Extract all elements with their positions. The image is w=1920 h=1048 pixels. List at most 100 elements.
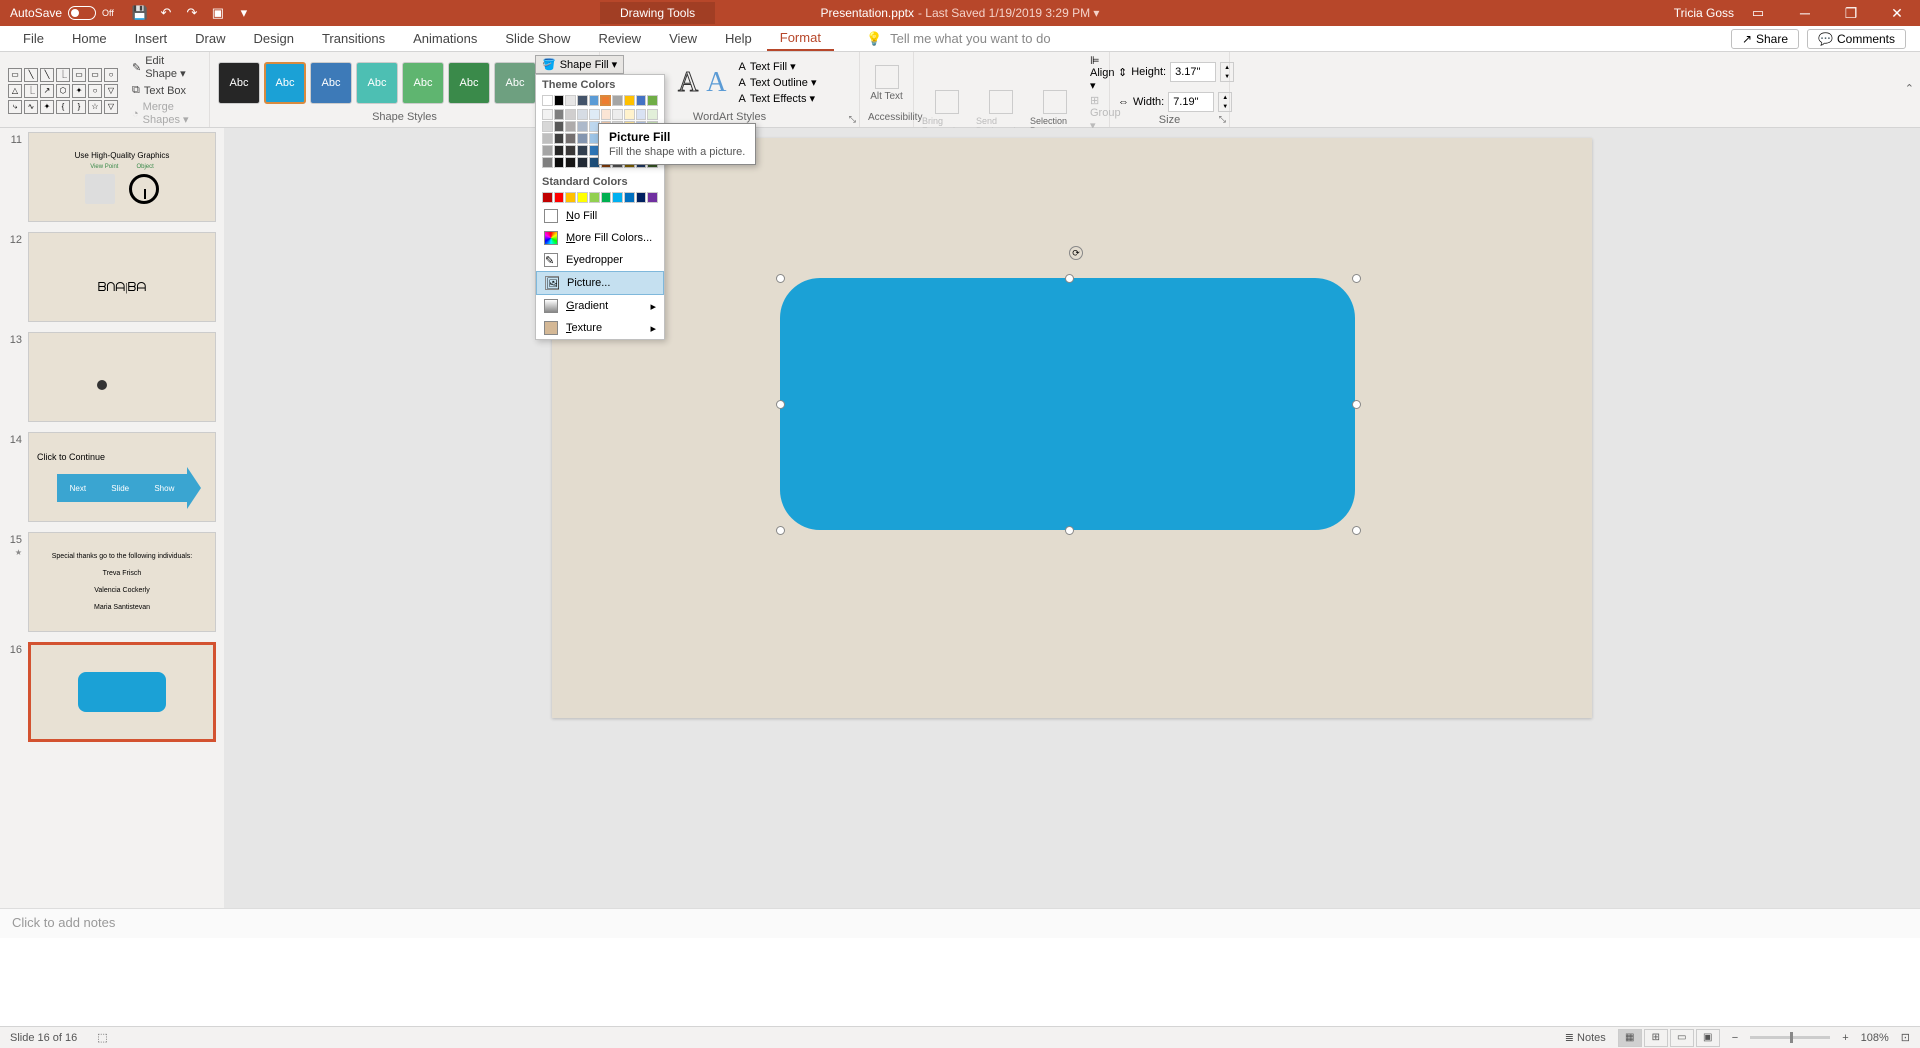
tab-file[interactable]: File	[10, 27, 57, 50]
thumb-16[interactable]	[28, 642, 216, 742]
theme-shade[interactable]	[542, 157, 553, 168]
tab-view[interactable]: View	[656, 27, 710, 50]
tab-transitions[interactable]: Transitions	[309, 27, 398, 50]
sel-handle-tm[interactable]	[1065, 274, 1074, 283]
width-spinner[interactable]: ▲▼	[1218, 92, 1232, 112]
style-swatch-0[interactable]: Abc	[218, 62, 260, 104]
reading-view-icon[interactable]: ▭	[1670, 1029, 1694, 1047]
spell-check-icon[interactable]: ⬚	[97, 1031, 107, 1044]
standard-color-1[interactable]	[554, 192, 565, 203]
minimize-icon[interactable]: ─	[1782, 0, 1828, 26]
theme-shade[interactable]	[636, 109, 647, 120]
zoom-slider[interactable]	[1750, 1036, 1830, 1039]
save-icon[interactable]: 💾	[132, 5, 148, 21]
text-fill-button[interactable]: AText Fill ▾	[738, 60, 816, 73]
shapes-gallery[interactable]: ▭╲╲⎿▭▭○ △⎿↗⬡✦○▽ ⤷∿✦{}☆▽	[8, 68, 118, 114]
zoom-out-button[interactable]: −	[1732, 1032, 1738, 1044]
text-outline-button[interactable]: AText Outline ▾	[738, 76, 816, 89]
thumb-15[interactable]: Special thanks go to the following indiv…	[28, 532, 216, 632]
style-swatch-3[interactable]: Abc	[356, 62, 398, 104]
wordart-gallery[interactable]: A A	[678, 67, 726, 99]
theme-color-0[interactable]	[542, 95, 553, 106]
standard-color-5[interactable]	[601, 192, 612, 203]
theme-shade[interactable]	[554, 133, 565, 144]
theme-shade[interactable]	[542, 121, 553, 132]
tab-home[interactable]: Home	[59, 27, 120, 50]
autosave-toggle[interactable]: AutoSave Off	[0, 6, 124, 20]
theme-shade[interactable]	[554, 145, 565, 156]
share-button[interactable]: ↗ Share	[1731, 29, 1799, 49]
user-name[interactable]: Tricia Goss	[1674, 6, 1734, 20]
close-icon[interactable]: ✕	[1874, 0, 1920, 26]
theme-shade[interactable]	[542, 133, 553, 144]
tab-insert[interactable]: Insert	[122, 27, 181, 50]
tab-format[interactable]: Format	[767, 26, 834, 51]
tab-help[interactable]: Help	[712, 27, 765, 50]
more-colors-item[interactable]: More Fill Colors...	[536, 227, 664, 249]
slideshow-view-icon[interactable]: ▣	[1696, 1029, 1720, 1047]
collapse-ribbon-icon[interactable]: ⌃	[1905, 82, 1914, 95]
shape-fill-button[interactable]: 🪣 Shape Fill ▾	[535, 55, 624, 74]
theme-shade[interactable]	[589, 109, 600, 120]
theme-color-1[interactable]	[554, 95, 565, 106]
standard-color-0[interactable]	[542, 192, 553, 203]
theme-shade[interactable]	[565, 109, 576, 120]
sel-handle-mr[interactable]	[1352, 400, 1361, 409]
text-box-button[interactable]: ⧉Text Box	[128, 83, 201, 98]
width-input[interactable]	[1168, 92, 1214, 112]
zoom-percent[interactable]: 108%	[1861, 1032, 1889, 1044]
theme-shade[interactable]	[577, 121, 588, 132]
theme-shade[interactable]	[565, 133, 576, 144]
standard-color-6[interactable]	[612, 192, 623, 203]
style-swatch-6[interactable]: Abc	[494, 62, 536, 104]
gradient-item[interactable]: Gradient▸	[536, 295, 664, 317]
theme-shade[interactable]	[565, 145, 576, 156]
tab-animations[interactable]: Animations	[400, 27, 490, 50]
slide-editor[interactable]: ⟳	[224, 128, 1920, 908]
fit-to-window-icon[interactable]: ⊡	[1901, 1031, 1910, 1044]
ribbon-display-icon[interactable]: ▭	[1750, 5, 1766, 21]
rounded-rectangle-shape[interactable]	[780, 278, 1355, 530]
theme-shade[interactable]	[601, 109, 612, 120]
eyedropper-item[interactable]: ✎Eyedropper	[536, 249, 664, 271]
theme-color-5[interactable]	[600, 95, 611, 106]
slide-canvas[interactable]: ⟳	[552, 138, 1592, 718]
text-effects-button[interactable]: AText Effects ▾	[738, 92, 816, 105]
tell-me-search[interactable]: 💡 Tell me what you want to do	[866, 31, 1051, 47]
theme-color-9[interactable]	[647, 95, 658, 106]
redo-icon[interactable]: ↷	[184, 5, 200, 21]
shape-styles-gallery[interactable]: AbcAbcAbcAbcAbcAbcAbc	[218, 62, 536, 104]
notes-toggle[interactable]: ≣ Notes	[1565, 1031, 1606, 1044]
height-input[interactable]	[1170, 62, 1216, 82]
thumb-14[interactable]: Click to Continue NextSlideShow	[28, 432, 216, 522]
theme-shade[interactable]	[554, 121, 565, 132]
sel-handle-bm[interactable]	[1065, 526, 1074, 535]
standard-color-8[interactable]	[636, 192, 647, 203]
theme-color-8[interactable]	[636, 95, 647, 106]
sel-handle-ml[interactable]	[776, 400, 785, 409]
theme-color-3[interactable]	[577, 95, 588, 106]
tab-slideshow[interactable]: Slide Show	[492, 27, 583, 50]
sorter-view-icon[interactable]: ⊞	[1644, 1029, 1668, 1047]
theme-shade[interactable]	[612, 109, 623, 120]
thumb-13[interactable]	[28, 332, 216, 422]
style-swatch-2[interactable]: Abc	[310, 62, 352, 104]
undo-icon[interactable]: ↶	[158, 5, 174, 21]
picture-item[interactable]: 🖼Picture...	[536, 271, 664, 295]
comments-button[interactable]: 💬 Comments	[1807, 29, 1906, 49]
normal-view-icon[interactable]: ▦	[1618, 1029, 1642, 1047]
rotate-handle[interactable]: ⟳	[1069, 246, 1083, 260]
zoom-in-button[interactable]: +	[1842, 1032, 1848, 1044]
tab-review[interactable]: Review	[585, 27, 654, 50]
tab-draw[interactable]: Draw	[182, 27, 238, 50]
tab-design[interactable]: Design	[241, 27, 307, 50]
style-swatch-5[interactable]: Abc	[448, 62, 490, 104]
qat-more-icon[interactable]: ▾	[236, 5, 252, 21]
standard-color-2[interactable]	[565, 192, 576, 203]
no-fill-item[interactable]: NNo Fillo Fill	[536, 205, 664, 227]
theme-shade[interactable]	[542, 145, 553, 156]
edit-shape-button[interactable]: ✎Edit Shape ▾	[128, 54, 201, 81]
alt-text-button[interactable]: Alt Text	[868, 65, 905, 102]
height-spinner[interactable]: ▲▼	[1220, 62, 1234, 82]
theme-shade[interactable]	[624, 109, 635, 120]
